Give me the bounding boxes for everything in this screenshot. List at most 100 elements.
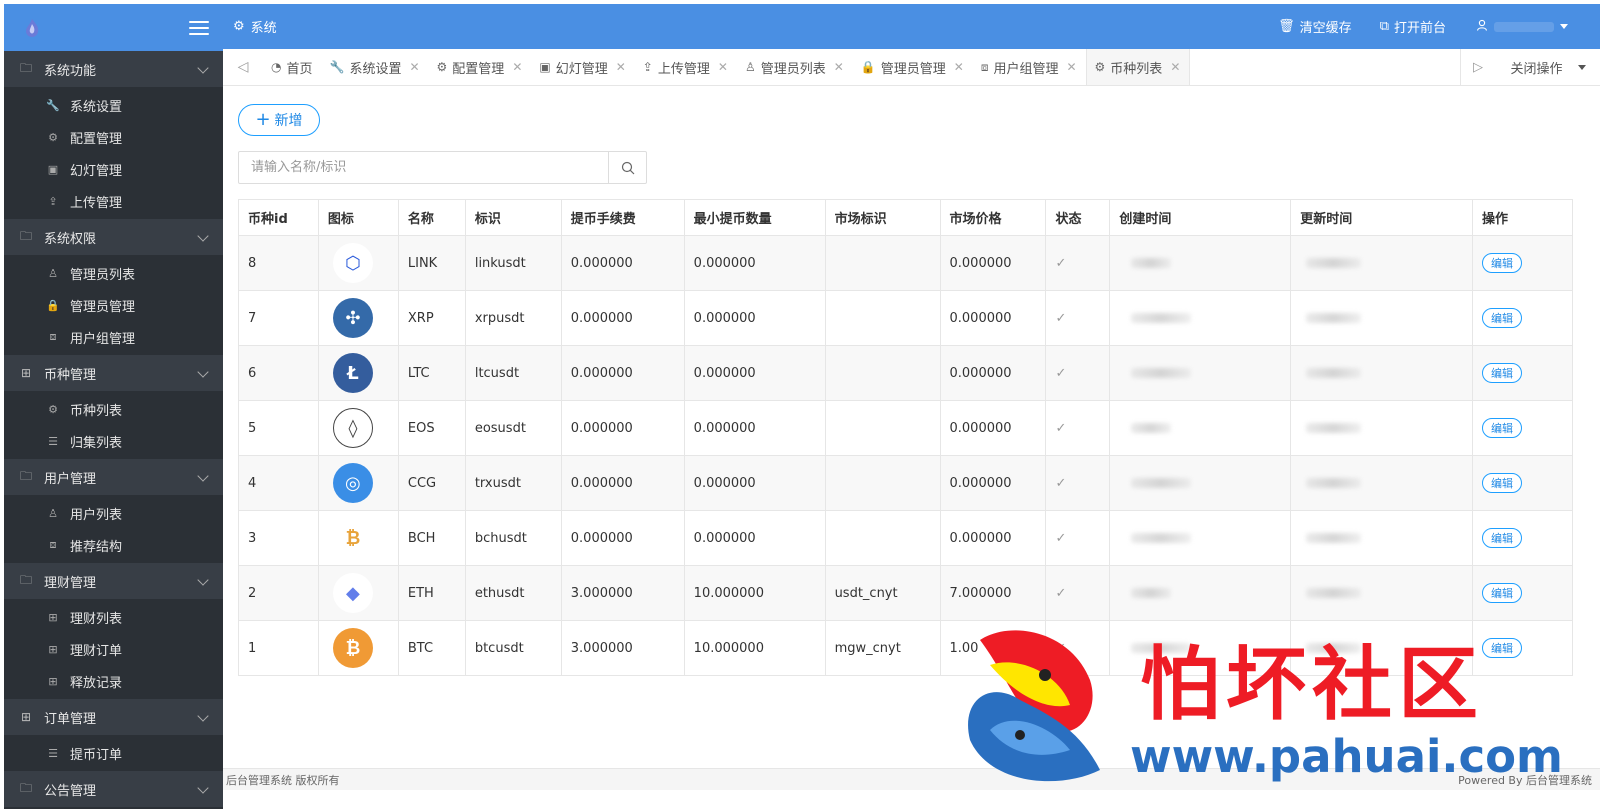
redacted-text	[1131, 423, 1172, 433]
bitcoin-icon: ₿	[332, 628, 373, 668]
system-menu[interactable]: ⚙ 系统	[233, 17, 277, 36]
edit-button[interactable]: 编辑	[1482, 418, 1522, 438]
redacted-text	[1131, 588, 1172, 598]
sidebar-group-2[interactable]: ⊞ 币种管理	[4, 355, 223, 391]
tab[interactable]: ⚙ 币种列表 ✕	[1085, 49, 1191, 85]
open-frontend-button[interactable]: ⧉ 打开前台	[1380, 17, 1446, 36]
close-icon[interactable]: ✕	[616, 60, 626, 74]
close-operations-menu[interactable]: ▷ 关闭操作	[1460, 49, 1600, 85]
tab[interactable]: ◔ 首页	[263, 49, 322, 85]
close-icon[interactable]: ✕	[512, 60, 522, 74]
sidebar-item[interactable]: ⚙ 配置管理	[4, 121, 223, 153]
sidebar-item[interactable]: ▣ 幻灯管理	[4, 153, 223, 185]
cell-price: 0.000000	[939, 510, 1047, 566]
sidebar-item[interactable]: ⧈ 推荐结构	[4, 529, 223, 561]
redacted-text	[1131, 643, 1192, 653]
sidebar-item[interactable]: ⊞ 理财列表	[4, 601, 223, 633]
check-icon: ✓	[1055, 310, 1067, 326]
cell-icon: ₿	[317, 620, 399, 676]
close-icon[interactable]: ✕	[409, 60, 419, 74]
tab[interactable]: ▣ 幻灯管理 ✕	[531, 49, 634, 85]
sidebar-item[interactable]: 🔒 管理员管理	[4, 289, 223, 321]
sidebar-group-4[interactable]: 🗀 理财管理	[4, 563, 223, 599]
sidebar: 🗀 系统功能 🔧 系统设置 ⚙ 配置管理 ▣ 幻灯管理 ⇪ 上传管理 🗀 系统权限 ♙ …	[4, 4, 223, 809]
sidebar-group-5[interactable]: ⊞ 订单管理	[4, 699, 223, 735]
cell-id: 7	[238, 290, 319, 346]
sidebar-group-0[interactable]: 🗀 系统功能	[4, 51, 223, 87]
sidebar-item[interactable]: ⧈ 用户组管理	[4, 321, 223, 353]
search-input[interactable]	[239, 152, 608, 183]
column-header: 提币手续费	[560, 199, 685, 236]
sidebar-item[interactable]: ☰ 归集列表	[4, 425, 223, 457]
logo-bar	[4, 4, 223, 51]
add-button[interactable]: + 新增	[238, 104, 320, 136]
close-icon[interactable]: ✕	[718, 60, 728, 74]
top-header: ⚙ 系统 🗑 清空缓存 ⧉ 打开前台	[223, 4, 1600, 49]
folder-icon: 🗀	[19, 572, 32, 587]
sidebar-subgroup: ⊞ 理财列表 ⊞ 理财订单 ⊞ 释放记录	[4, 599, 223, 699]
sidebar-item[interactable]: 🔧 系统设置	[4, 89, 223, 121]
table-row: 3 ₿ BCH bchusdt 0.000000 0.000000 0.0000…	[238, 510, 1573, 566]
sidebar-group-3[interactable]: 🗀 用户管理	[4, 459, 223, 495]
tab-scroll-left-icon[interactable]: ◁	[223, 49, 263, 85]
ccg-icon: ◎	[332, 463, 373, 503]
sidebar-item[interactable]: ⊞ 理财订单	[4, 633, 223, 665]
wrench-icon: 🔧	[329, 60, 345, 74]
sidebar-item[interactable]: ♙ 管理员列表	[4, 257, 223, 289]
sidebar-item[interactable]: ♙ 用户列表	[4, 497, 223, 529]
sidebar-group-1[interactable]: 🗀 系统权限	[4, 219, 223, 255]
table-row: 6 Ł LTC ltcusdt 0.000000 0.000000 0.0000…	[238, 345, 1573, 401]
close-icon[interactable]: ✕	[834, 60, 844, 74]
lock-icon: 🔒	[860, 60, 876, 74]
tab-scroll-right-icon[interactable]: ▷	[1461, 60, 1495, 75]
column-header: 最小提币数量	[683, 199, 826, 236]
sidebar-item[interactable]: ⊞ 释放记录	[4, 665, 223, 697]
cell-created-redacted	[1109, 455, 1292, 511]
dashboard-icon: ◔	[271, 60, 282, 74]
cell-fee: 0.000000	[560, 400, 685, 456]
cell-icon: ◎	[317, 455, 399, 511]
cell-icon: ⬡	[317, 235, 399, 291]
sidebar-subgroup: ☰ 提币订单	[4, 735, 223, 771]
cell-min-withdraw: 0.000000	[683, 235, 826, 291]
edit-button[interactable]: 编辑	[1482, 638, 1522, 658]
list-icon: ☰	[48, 434, 58, 448]
search-button[interactable]	[608, 152, 646, 183]
sidebar-group-6[interactable]: 🗀 公告管理	[4, 771, 223, 807]
edit-button[interactable]: 编辑	[1482, 253, 1522, 273]
cell-created-redacted	[1109, 345, 1292, 401]
edit-button[interactable]: 编辑	[1482, 473, 1522, 493]
cell-fee: 3.000000	[560, 565, 685, 621]
tab[interactable]: ⧈ 用户组管理 ✕	[973, 49, 1086, 85]
external-link-icon: ⧉	[1379, 19, 1389, 34]
tab[interactable]: ⚙ 配置管理 ✕	[429, 49, 532, 85]
clear-cache-button[interactable]: 🗑 清空缓存	[1278, 17, 1352, 36]
close-icon[interactable]: ✕	[954, 60, 964, 74]
tab-label: 首页	[286, 61, 313, 77]
sidebar-item[interactable]: ⚙ 币种列表	[4, 393, 223, 425]
edit-button[interactable]: 编辑	[1482, 308, 1522, 328]
menu-toggle-icon[interactable]	[189, 20, 209, 35]
check-icon: ✓	[1055, 420, 1067, 436]
redacted-text	[1131, 258, 1172, 268]
sidebar-item[interactable]: ☰ 提币订单	[4, 737, 223, 769]
tab[interactable]: 🔒 管理员管理 ✕	[853, 49, 973, 85]
search-icon	[621, 161, 634, 174]
edit-button[interactable]: 编辑	[1482, 363, 1522, 383]
image-icon: ▣	[47, 162, 59, 176]
user-menu[interactable]	[1476, 19, 1568, 35]
chevron-down-icon	[197, 711, 209, 723]
wrench-icon: 🔧	[46, 98, 60, 112]
bitcoin-cash-icon: ₿	[332, 518, 373, 558]
tab[interactable]: 🔧 系统设置 ✕	[322, 49, 429, 85]
logo-icon[interactable]	[22, 18, 42, 38]
cell-price: 0.000000	[939, 345, 1047, 401]
edit-button[interactable]: 编辑	[1482, 583, 1522, 603]
tab[interactable]: ⇪ 上传管理 ✕	[635, 49, 737, 85]
sidebar-item[interactable]: ⇪ 上传管理	[4, 185, 223, 217]
close-icon[interactable]: ✕	[1170, 60, 1180, 74]
close-icon[interactable]: ✕	[1066, 60, 1076, 74]
edit-button[interactable]: 编辑	[1482, 528, 1522, 548]
tab[interactable]: ♙ 管理员列表 ✕	[737, 49, 853, 85]
redacted-text	[1131, 478, 1192, 488]
